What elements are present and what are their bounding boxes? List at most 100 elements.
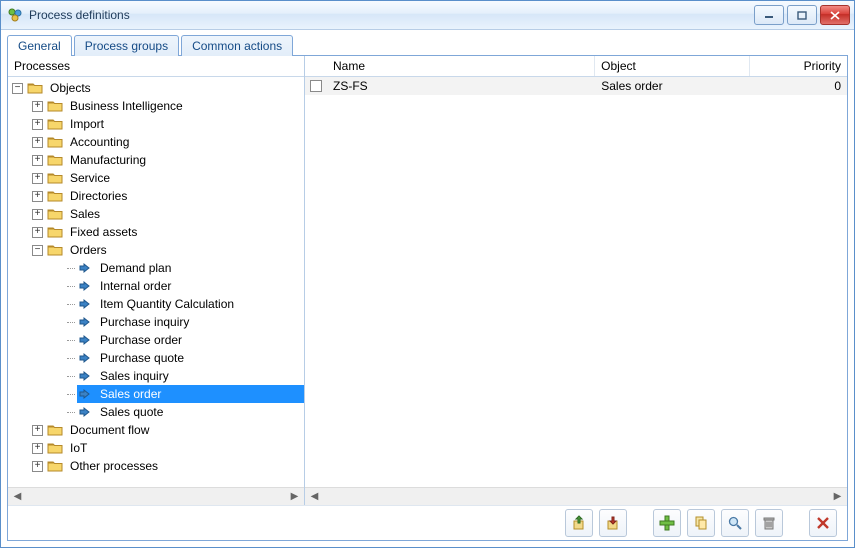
scroll-left-icon[interactable]: ◀ xyxy=(10,490,25,503)
find-button[interactable] xyxy=(721,509,749,537)
tree-node-label: Purchase inquiry xyxy=(97,314,192,330)
folder-icon xyxy=(47,117,63,131)
cell-name: ZS-FS xyxy=(327,79,595,93)
import-button[interactable] xyxy=(599,509,627,537)
window-title: Process definitions xyxy=(29,8,754,22)
minimize-button[interactable] xyxy=(754,5,784,25)
tree-node-label: Sales xyxy=(67,206,103,222)
folder-icon xyxy=(27,81,43,95)
tree-leaf-spacer xyxy=(52,353,63,364)
scroll-left-icon[interactable]: ◀ xyxy=(307,490,322,503)
tree-node-label: Sales inquiry xyxy=(97,368,172,384)
tree-node-label: Purchase order xyxy=(97,332,185,348)
folder-icon xyxy=(47,423,63,437)
tree-node-label: Item Quantity Calculation xyxy=(97,296,237,312)
document-icon xyxy=(77,297,93,311)
folder-icon xyxy=(47,135,63,149)
column-priority[interactable]: Priority xyxy=(750,56,847,76)
row-checkbox[interactable] xyxy=(310,80,322,92)
tree-leaf-spacer xyxy=(52,281,63,292)
scroll-right-icon[interactable]: ▶ xyxy=(830,490,845,503)
tree-leaf-spacer xyxy=(52,407,63,418)
cell-priority: 0 xyxy=(750,79,847,93)
processes-tree[interactable]: −Objects + Business Intelligence + Import+Ac… xyxy=(8,77,304,487)
document-icon xyxy=(77,279,93,293)
tab-general[interactable]: General xyxy=(7,35,72,56)
tree-node[interactable]: Sales inquiry xyxy=(8,367,304,385)
tree-leaf-spacer xyxy=(52,263,63,274)
tree-node[interactable]: Purchase order xyxy=(8,331,304,349)
column-check[interactable] xyxy=(305,56,327,76)
maximize-button[interactable] xyxy=(787,5,817,25)
tree-node[interactable]: + Fixed assets xyxy=(8,223,304,241)
document-icon xyxy=(77,405,93,419)
tree-node[interactable]: +Other processes xyxy=(8,457,304,475)
tree-node[interactable]: + Sales xyxy=(8,205,304,223)
window: Process definitions GeneralProcess group… xyxy=(0,0,855,548)
tree-node[interactable]: −Objects xyxy=(8,79,304,97)
tree-connector xyxy=(67,358,75,359)
expand-icon[interactable]: + xyxy=(32,461,43,472)
expand-icon[interactable]: + xyxy=(32,209,43,220)
expand-icon[interactable]: + xyxy=(32,191,43,202)
tree-node[interactable]: + Import xyxy=(8,115,304,133)
tree-node[interactable]: +Accounting xyxy=(8,133,304,151)
tree-node-label: Sales order xyxy=(97,386,164,402)
tree-node[interactable]: + Directories xyxy=(8,187,304,205)
tree-node-label: Import xyxy=(67,116,107,132)
tree-node-label: Orders xyxy=(67,242,110,258)
document-icon xyxy=(77,333,93,347)
add-button[interactable] xyxy=(653,509,681,537)
left-scrollbar[interactable]: ◀ ▶ xyxy=(8,487,304,505)
tree-node[interactable]: Purchase quote xyxy=(8,349,304,367)
tree-node[interactable]: − Orders xyxy=(8,241,304,259)
cell-object: Sales order xyxy=(595,79,749,93)
expand-icon[interactable]: + xyxy=(32,443,43,454)
tab-common-actions[interactable]: Common actions xyxy=(181,35,293,56)
collapse-icon[interactable]: − xyxy=(12,83,23,94)
expand-icon[interactable]: + xyxy=(32,227,43,238)
expand-icon[interactable]: + xyxy=(32,425,43,436)
bottom-toolbar xyxy=(8,505,847,540)
tree-node-label: Fixed assets xyxy=(67,224,140,240)
export-button[interactable] xyxy=(565,509,593,537)
tree-node[interactable]: + Manufacturing xyxy=(8,151,304,169)
column-object[interactable]: Object xyxy=(595,56,750,76)
tree-node[interactable]: Internal order xyxy=(8,277,304,295)
tree-node[interactable]: Demand plan xyxy=(8,259,304,277)
tree-node[interactable]: Purchase inquiry xyxy=(8,313,304,331)
collapse-icon[interactable]: − xyxy=(32,245,43,256)
scroll-right-icon[interactable]: ▶ xyxy=(287,490,302,503)
tree-connector xyxy=(67,268,75,269)
tree-node-label: Manufacturing xyxy=(67,152,149,168)
tree-node[interactable]: +Document flow xyxy=(8,421,304,439)
expand-icon[interactable]: + xyxy=(32,119,43,130)
details-grid[interactable]: ZS-FSSales order0 xyxy=(305,77,847,487)
tree-node[interactable]: Sales order xyxy=(8,385,304,403)
document-icon xyxy=(77,315,93,329)
expand-icon[interactable]: + xyxy=(32,155,43,166)
expand-icon[interactable]: + xyxy=(32,101,43,112)
column-name[interactable]: Name xyxy=(327,56,595,76)
delete-button[interactable] xyxy=(755,509,783,537)
tree-node[interactable]: Item Quantity Calculation xyxy=(8,295,304,313)
document-icon xyxy=(77,351,93,365)
tab-process-groups[interactable]: Process groups xyxy=(74,35,179,56)
tree-node-label: Internal order xyxy=(97,278,174,294)
expand-icon[interactable]: + xyxy=(32,173,43,184)
close-window-button[interactable] xyxy=(820,5,850,25)
tree-node[interactable]: + Business Intelligence xyxy=(8,97,304,115)
tree-node[interactable]: Sales quote xyxy=(8,403,304,421)
expand-icon[interactable]: + xyxy=(32,137,43,148)
close-button[interactable] xyxy=(809,509,837,537)
tree-node[interactable]: +IoT xyxy=(8,439,304,457)
table-row[interactable]: ZS-FSSales order0 xyxy=(305,77,847,95)
tree-node-label: Directories xyxy=(67,188,130,204)
tree-connector xyxy=(67,322,75,323)
document-icon xyxy=(77,369,93,383)
right-scrollbar[interactable]: ◀ ▶ xyxy=(305,487,847,505)
copy-button[interactable] xyxy=(687,509,715,537)
tree-node-label: Service xyxy=(67,170,113,186)
tree-node[interactable]: + Service xyxy=(8,169,304,187)
tree-node-label: Business Intelligence xyxy=(67,98,186,114)
